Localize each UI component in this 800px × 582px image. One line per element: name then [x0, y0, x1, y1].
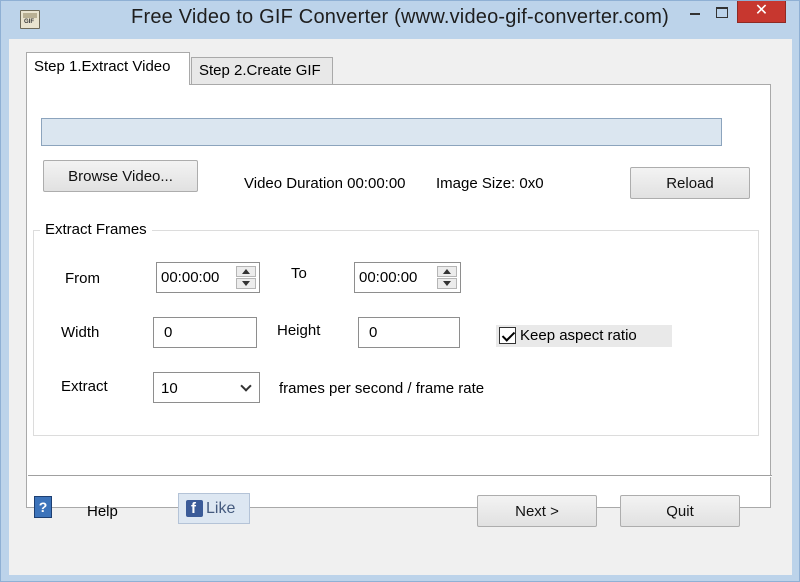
chevron-down-icon: [240, 380, 252, 392]
from-increment-icon[interactable]: [236, 266, 256, 277]
from-time-value: 00:00:00: [161, 269, 220, 286]
minimize-button[interactable]: [682, 1, 708, 23]
help-glyph: ?: [38, 499, 48, 515]
facebook-like-button[interactable]: f Like: [178, 493, 250, 524]
keep-aspect-ratio-row[interactable]: Keep aspect ratio: [496, 325, 672, 347]
maximize-button[interactable]: [709, 1, 735, 23]
to-spin-arrows: [437, 266, 457, 289]
to-decrement-icon[interactable]: [437, 278, 457, 289]
to-label: To: [291, 265, 307, 282]
width-label: Width: [61, 324, 100, 341]
close-button[interactable]: ✕: [737, 1, 786, 23]
from-time-spinner[interactable]: 00:00:00: [156, 262, 260, 293]
from-spin-arrows: [236, 266, 256, 289]
fps-select[interactable]: 10: [153, 372, 260, 403]
tab-create-gif[interactable]: Step 2.Create GIF: [191, 57, 333, 84]
to-time-spinner[interactable]: 00:00:00: [354, 262, 461, 293]
to-increment-icon[interactable]: [437, 266, 457, 277]
width-value: 0: [164, 324, 173, 341]
fps-value: 10: [161, 380, 178, 397]
height-field[interactable]: 0: [358, 317, 460, 348]
from-decrement-icon[interactable]: [236, 278, 256, 289]
app-window: GIF Free Video to GIF Converter (www.vid…: [0, 0, 800, 582]
facebook-glyph: f: [191, 500, 196, 517]
help-icon[interactable]: ?: [34, 496, 52, 518]
extract-frames-title: Extract Frames: [40, 221, 152, 238]
from-label: From: [65, 270, 100, 287]
close-icon: ✕: [754, 2, 769, 19]
fps-suffix-label: frames per second / frame rate: [279, 380, 485, 397]
video-duration-label: Video Duration 00:00:00: [244, 175, 406, 192]
height-value: 0: [369, 324, 378, 341]
to-time-value: 00:00:00: [359, 269, 418, 286]
extract-label: Extract: [61, 378, 108, 395]
tab-extract-video[interactable]: Step 1.Extract Video: [26, 52, 190, 85]
reload-button[interactable]: Reload: [630, 167, 750, 199]
image-size-label: Image Size: 0x0: [436, 175, 544, 192]
extract-video-panel: Browse Video... Video Duration 00:00:00 …: [26, 84, 771, 508]
facebook-icon: f: [186, 500, 203, 517]
like-label: Like: [206, 500, 236, 517]
browse-video-button[interactable]: Browse Video...: [43, 160, 198, 192]
next-button[interactable]: Next >: [477, 495, 597, 527]
video-path-field[interactable]: [41, 118, 722, 146]
height-label: Height: [277, 322, 321, 339]
keep-aspect-label[interactable]: Keep aspect ratio: [520, 327, 637, 344]
help-link[interactable]: Help: [87, 503, 118, 520]
window-title: Free Video to GIF Converter (www.video-g…: [131, 6, 669, 28]
title-bar[interactable]: GIF Free Video to GIF Converter (www.vid…: [1, 1, 799, 39]
width-field[interactable]: 0: [153, 317, 257, 348]
footer-divider: [28, 475, 772, 477]
extract-frames-group: Extract Frames From 00:00:00 To 00:00:00: [33, 221, 759, 436]
keep-aspect-checkbox[interactable]: [499, 327, 516, 344]
quit-button[interactable]: Quit: [620, 495, 740, 527]
